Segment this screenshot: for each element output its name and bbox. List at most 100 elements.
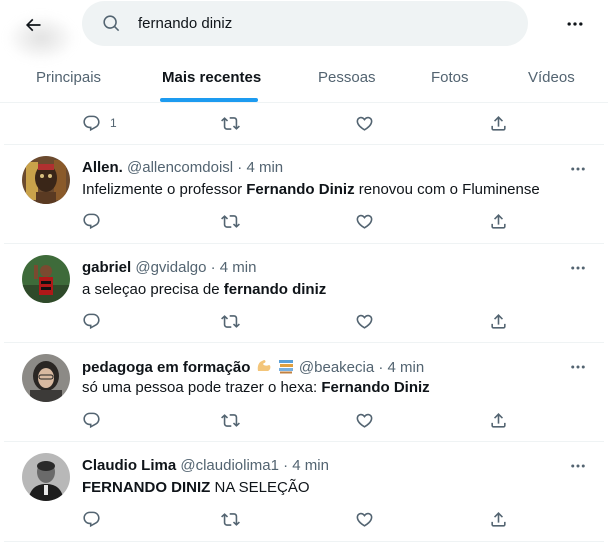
user-name[interactable]: Allen.	[82, 159, 123, 176]
tab-pessoas[interactable]: Pessoas	[318, 54, 376, 103]
search-icon	[103, 15, 120, 32]
tweet[interactable]: pedagoga em formação @beakecia · 4 min s…	[0, 343, 608, 441]
tweet-header: Claudio Lima @claudiolima1 · 4 min	[82, 457, 329, 474]
more-dots-icon	[571, 266, 585, 270]
like-button[interactable]	[355, 113, 374, 133]
top-bar	[0, 0, 608, 62]
flexed-biceps-emoji	[255, 357, 273, 379]
tweet[interactable]: gabriel @gvidalgo · 4 min a seleçao prec…	[0, 244, 608, 342]
tweet-more-button[interactable]	[566, 260, 590, 276]
like-icon	[356, 116, 373, 131]
tab-principais[interactable]: Principais	[36, 54, 101, 103]
share-icon	[491, 511, 506, 527]
tweet-header: Allen. @allencomdoisl · 4 min	[82, 159, 283, 176]
retweet-button[interactable]	[221, 410, 240, 430]
reply-button[interactable]	[82, 410, 101, 430]
like-button[interactable]	[355, 509, 374, 529]
like-button[interactable]	[355, 410, 374, 430]
highlighted-term: FERNANDO DINIZ	[82, 479, 211, 496]
avatar-image	[22, 354, 70, 402]
text-part: renovou com o Fluminense	[354, 181, 540, 198]
reply-count: 1	[110, 116, 117, 130]
tweet-more-button[interactable]	[566, 458, 590, 474]
user-name[interactable]: gabriel	[82, 259, 131, 276]
back-button[interactable]	[18, 10, 48, 40]
retweet-button[interactable]	[221, 509, 240, 529]
reply-button[interactable]	[82, 311, 101, 331]
tweet-header: gabriel @gvidalgo · 4 min	[82, 259, 256, 276]
share-button[interactable]	[489, 113, 508, 133]
retweet-icon	[221, 413, 240, 427]
user-name[interactable]: pedagoga em formação	[82, 359, 250, 376]
user-handle-time[interactable]: @allencomdoisl · 4 min	[127, 159, 283, 176]
text-part: NA SELEÇÃO	[210, 479, 310, 496]
share-button[interactable]	[489, 410, 508, 430]
tweet-more-button[interactable]	[566, 161, 590, 177]
like-button[interactable]	[355, 211, 374, 231]
avatar[interactable]	[22, 453, 70, 501]
tweet[interactable]: Allen. @allencomdoisl · 4 min Infelizmen…	[0, 145, 608, 243]
like-button[interactable]	[355, 311, 374, 331]
avatar-image	[22, 156, 70, 204]
avatar[interactable]	[22, 255, 70, 303]
tab-fotos[interactable]: Fotos	[431, 54, 469, 103]
reply-button[interactable]: 1	[82, 113, 117, 133]
avatar-image	[22, 255, 70, 303]
like-icon	[356, 214, 373, 229]
tweet-text: só uma pessoa pode trazer o hexa: Fernan…	[82, 379, 430, 396]
tweet-actions: 1	[0, 113, 608, 137]
share-button[interactable]	[489, 509, 508, 529]
like-icon	[356, 314, 373, 329]
reply-icon	[83, 511, 100, 527]
share-icon	[491, 115, 506, 131]
tweet-more-button[interactable]	[566, 359, 590, 375]
share-icon	[491, 412, 506, 428]
tweet[interactable]: Claudio Lima @claudiolima1 · 4 min FERNA…	[0, 442, 608, 542]
avatar[interactable]	[22, 156, 70, 204]
divider	[4, 541, 604, 542]
more-dots-icon	[571, 365, 585, 369]
more-dots-icon	[567, 22, 583, 26]
retweet-button[interactable]	[221, 311, 240, 331]
tweet-text: FERNANDO DINIZ NA SELEÇÃO	[82, 479, 310, 496]
user-handle-time[interactable]: @claudiolima1 · 4 min	[180, 457, 329, 474]
highlighted-term: fernando diniz	[223, 281, 327, 298]
retweet-icon	[221, 116, 240, 130]
user-handle-time[interactable]: @beakecia · 4 min	[299, 359, 424, 376]
share-button[interactable]	[489, 211, 508, 231]
highlighted-term: Fernando Diniz	[321, 379, 430, 396]
user-name[interactable]: Claudio Lima	[82, 457, 176, 474]
retweet-icon	[221, 512, 240, 526]
tweet-text: Infelizmente o professor Fernando Diniz …	[82, 181, 540, 198]
tweet-actions	[0, 509, 608, 533]
share-icon	[491, 213, 506, 229]
reply-icon	[83, 412, 100, 428]
retweet-icon	[221, 214, 240, 228]
text-part: a seleçao precisa de	[82, 281, 224, 298]
books-emoji	[277, 357, 295, 379]
tweet-actions	[0, 410, 608, 434]
reply-button[interactable]	[82, 509, 101, 529]
reply-button[interactable]	[82, 211, 101, 231]
search-box[interactable]	[82, 1, 528, 46]
retweet-icon	[221, 314, 240, 328]
retweet-button[interactable]	[221, 211, 240, 231]
highlighted-term: Fernando Diniz	[246, 181, 355, 198]
back-arrow-icon	[25, 18, 41, 32]
avatar[interactable]	[22, 354, 70, 402]
reply-icon	[83, 313, 100, 329]
text-part: só uma pessoa pode trazer o hexa:	[82, 379, 322, 396]
more-options-button[interactable]	[560, 12, 590, 36]
tweet-actions	[0, 211, 608, 235]
tab-videos[interactable]: Vídeos	[528, 54, 575, 103]
tab-mais-recentes[interactable]: Mais recentes	[162, 54, 261, 103]
more-dots-icon	[571, 464, 585, 468]
search-input[interactable]	[138, 1, 508, 46]
retweet-button[interactable]	[221, 113, 240, 133]
reply-icon	[83, 213, 100, 229]
avatar-image	[22, 453, 70, 501]
user-handle-time[interactable]: @gvidalgo · 4 min	[135, 259, 256, 276]
share-button[interactable]	[489, 311, 508, 331]
tweet-header: pedagoga em formação @beakecia · 4 min	[82, 357, 424, 379]
reply-icon	[83, 115, 100, 131]
